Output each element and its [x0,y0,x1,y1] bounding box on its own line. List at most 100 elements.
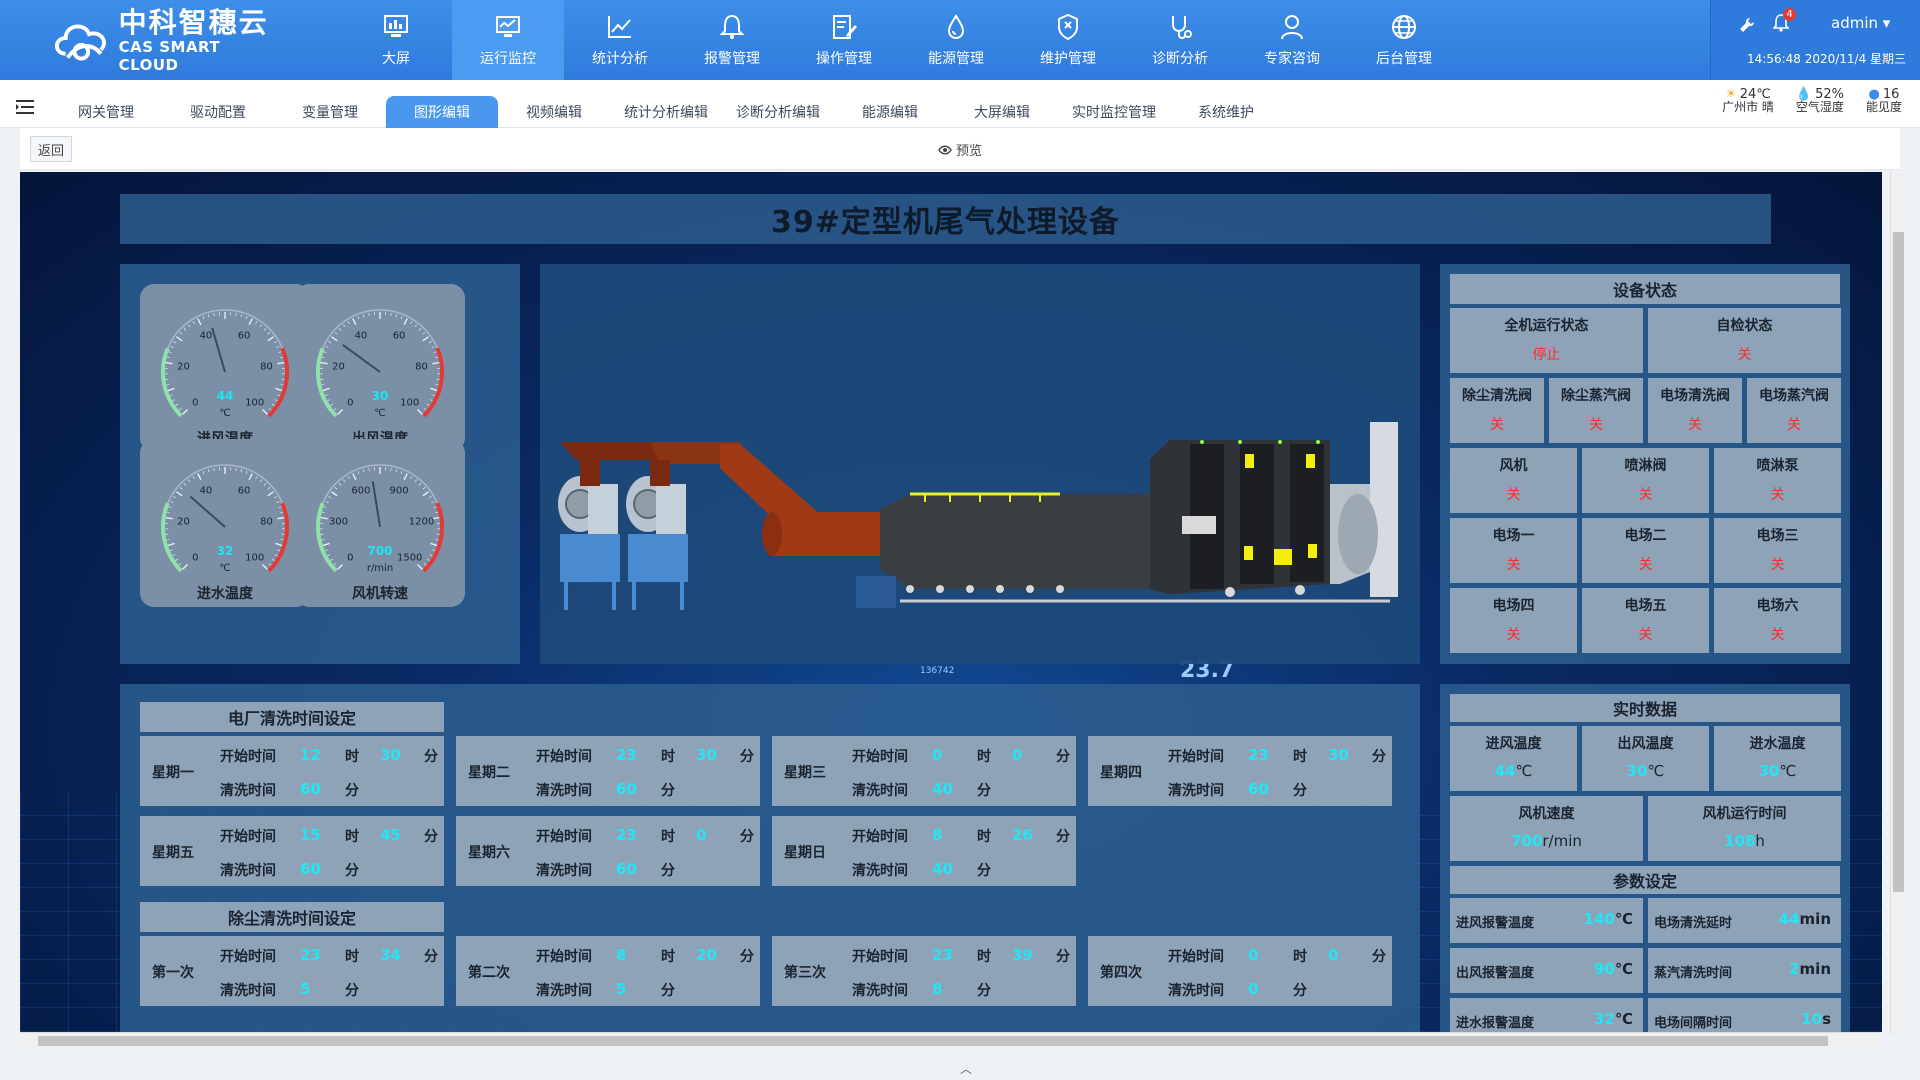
tab-5[interactable]: 统计分析编辑 [610,96,722,128]
schedule-entry[interactable]: 星期二 开始时间 清洗时间 23 时 30 分 60 分 [456,736,760,806]
start-minute[interactable]: 26 [1012,826,1033,844]
menu-fold-icon[interactable] [16,100,34,114]
start-minute[interactable]: 0 [696,826,706,844]
preview-button[interactable]: 预览 [938,140,982,159]
start-hour[interactable]: 0 [1248,946,1258,964]
status-cell[interactable]: 自检状态关 [1648,308,1841,373]
wash-minutes[interactable]: 0 [1248,980,1258,998]
schedule-entry[interactable]: 第三次 开始时间 清洗时间 23 时 39 分 8 分 [772,936,1076,1006]
start-hour[interactable]: 12 [300,746,321,764]
start-hour[interactable]: 23 [300,946,321,964]
status-cell[interactable]: 风机关 [1450,448,1577,513]
user-menu[interactable]: admin ▾ [1831,14,1890,32]
start-minute[interactable]: 39 [1012,946,1033,964]
start-hour[interactable]: 23 [1248,746,1269,764]
notification-bell[interactable]: 4 [1772,8,1796,36]
status-cell[interactable]: 电场二关 [1582,518,1709,583]
status-cell[interactable]: 电场四关 [1450,588,1577,653]
nav-item-2[interactable]: 统计分析 [564,0,676,80]
tab-9[interactable]: 实时监控管理 [1058,96,1170,128]
status-cell[interactable]: 喷淋泵关 [1714,448,1841,513]
nav-item-4[interactable]: 操作管理 [788,0,900,80]
wash-minutes[interactable]: 60 [1248,780,1269,798]
schedule-entry[interactable]: 星期五 开始时间 清洗时间 15 时 45 分 60 分 [140,816,444,886]
nav-item-8[interactable]: 专家咨询 [1236,0,1348,80]
wash-minutes[interactable]: 60 [616,780,637,798]
nav-item-6[interactable]: 维护管理 [1012,0,1124,80]
wash-minutes[interactable]: 5 [300,980,310,998]
nav-item-3[interactable]: 报警管理 [676,0,788,80]
start-hour[interactable]: 15 [300,826,321,844]
back-button[interactable]: 返回 [30,136,72,162]
tab-8[interactable]: 大屏编辑 [946,96,1058,128]
wash-minutes[interactable]: 40 [932,780,953,798]
status-cell[interactable]: 电场三关 [1714,518,1841,583]
schedule-entry[interactable]: 第一次 开始时间 清洗时间 23 时 34 分 5 分 [140,936,444,1006]
param-cell[interactable]: 蒸汽清洗时间 2min [1648,948,1841,993]
start-minute[interactable]: 30 [696,746,717,764]
tab-7[interactable]: 能源编辑 [834,96,946,128]
schedule-entry[interactable]: 星期日 开始时间 清洗时间 8 时 26 分 40 分 [772,816,1076,886]
start-minute[interactable]: 34 [380,946,401,964]
tab-3[interactable]: 图形编辑 [386,96,498,128]
status-cell[interactable]: 除尘清洗阀关 [1450,378,1544,443]
logo[interactable]: 中科智穗云 CAS SMART CLOUD [52,8,282,74]
status-cell[interactable]: 除尘蒸汽阀关 [1549,378,1643,443]
param-cell[interactable]: 进水报警温度 32℃ [1450,998,1643,1032]
wash-minutes[interactable]: 5 [616,980,626,998]
start-hour[interactable]: 23 [932,946,953,964]
horizontal-scrollbar[interactable] [20,1032,1880,1048]
status-cell[interactable]: 全机运行状态 停止 [1450,308,1643,373]
schedule-entry[interactable]: 星期三 开始时间 清洗时间 0 时 0 分 40 分 [772,736,1076,806]
schedule-entry[interactable]: 星期六 开始时间 清洗时间 23 时 0 分 60 分 [456,816,760,886]
param-cell[interactable]: 出风报警温度 90℃ [1450,948,1643,993]
start-hour[interactable]: 8 [932,826,942,844]
electrostatic-precipitator[interactable] [1150,440,1330,597]
nav-item-9[interactable]: 后台管理 [1348,0,1460,80]
start-minute[interactable]: 0 [1328,946,1338,964]
schedule-entry[interactable]: 星期一 开始时间 清洗时间 12 时 30 分 60 分 [140,736,444,806]
start-minute[interactable]: 30 [1328,746,1349,764]
start-minute[interactable]: 30 [380,746,401,764]
status-cell[interactable]: 电场蒸汽阀关 [1747,378,1841,443]
param-cell[interactable]: 电场清洗延时 44min [1648,898,1841,943]
nav-item-7[interactable]: 诊断分析 [1124,0,1236,80]
nav-item-0[interactable]: 大屏 [340,0,452,80]
tab-4[interactable]: 视频编辑 [498,96,610,128]
status-cell[interactable]: 喷淋阀关 [1582,448,1709,513]
collapse-up-icon[interactable]: ︿ [960,1060,972,1077]
nav-item-5[interactable]: 能源管理 [900,0,1012,80]
wash-minutes[interactable]: 8 [932,980,942,998]
schedule-entry[interactable]: 第四次 开始时间 清洗时间 0 时 0 分 0 分 [1088,936,1392,1006]
vertical-scrollbar[interactable] [1890,172,1906,1034]
status-cell[interactable]: 电场六关 [1714,588,1841,653]
wash-minutes[interactable]: 40 [932,860,953,878]
vertical-scroll-thumb[interactable] [1893,232,1904,892]
start-hour[interactable]: 8 [616,946,626,964]
schedule-entry[interactable]: 第二次 开始时间 清洗时间 8 时 20 分 5 分 [456,936,760,1006]
exhaust-fan-1[interactable] [558,476,620,610]
start-minute[interactable]: 45 [380,826,401,844]
tab-0[interactable]: 网关管理 [50,96,162,128]
status-cell[interactable]: 电场清洗阀关 [1648,378,1742,443]
wrench-icon[interactable] [1739,17,1755,33]
outlet-stack[interactable] [1330,422,1398,597]
start-minute[interactable]: 20 [696,946,717,964]
wash-minutes[interactable]: 60 [300,780,321,798]
wash-minutes[interactable]: 60 [616,860,637,878]
horizontal-scroll-thumb[interactable] [38,1036,1828,1046]
start-hour[interactable]: 0 [932,746,942,764]
status-cell[interactable]: 电场一关 [1450,518,1577,583]
param-cell[interactable]: 电场间隔时间 10s [1648,998,1841,1032]
wash-minutes[interactable]: 60 [300,860,321,878]
status-cell[interactable]: 电场五关 [1582,588,1709,653]
start-hour[interactable]: 23 [616,826,637,844]
start-hour[interactable]: 23 [616,746,637,764]
tab-2[interactable]: 变量管理 [274,96,386,128]
nav-item-1[interactable]: 运行监控 [452,0,564,80]
tab-6[interactable]: 诊断分析编辑 [722,96,834,128]
schedule-entry[interactable]: 星期四 开始时间 清洗时间 23 时 30 分 60 分 [1088,736,1392,806]
tab-10[interactable]: 系统维护 [1170,96,1282,128]
tab-1[interactable]: 驱动配置 [162,96,274,128]
param-cell[interactable]: 进风报警温度 140℃ [1450,898,1643,943]
